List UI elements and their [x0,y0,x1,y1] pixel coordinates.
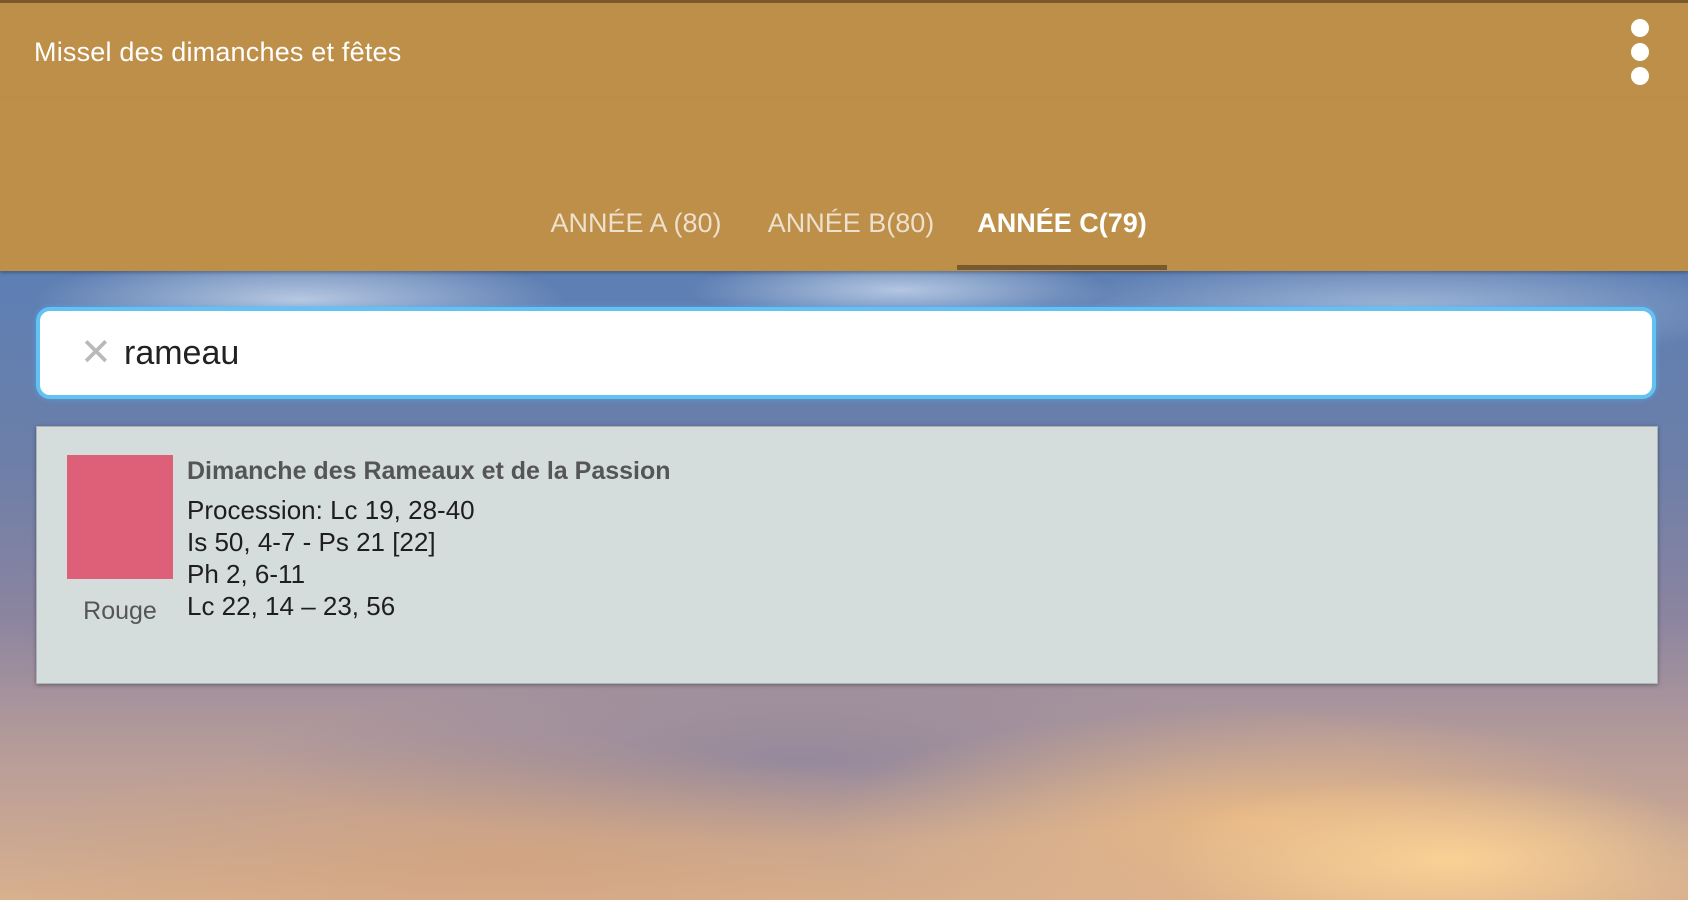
app-title: Missel des dimanches et fêtes [34,37,402,67]
tab-bar: ANNÉE A (80) ANNÉE B(80) ANNÉE C(79) [0,98,1688,271]
liturgical-color-label: Rouge [83,597,157,625]
menu-dot [1631,67,1649,85]
reading-line: Lc 22, 14 – 23, 56 [187,591,396,621]
more-vert-icon[interactable] [1622,19,1658,85]
tab-annee-b[interactable]: ANNÉE B(80) [760,208,942,268]
search-input[interactable] [124,325,1624,381]
menu-dot [1631,43,1649,61]
result-title: Dimanche des Rameaux et de la Passion [187,457,671,485]
reading-line: Ph 2, 6-11 [187,559,306,589]
close-icon[interactable]: ✕ [80,333,116,373]
reading-line: Procession: Lc 19, 28-40 [187,495,475,525]
tab-annee-c[interactable]: ANNÉE C(79) [967,208,1157,268]
active-tab-indicator [957,265,1167,270]
app-bar: Missel des dimanches et fêtes [0,0,1688,98]
menu-dot [1631,19,1649,37]
search-box[interactable]: ✕ [36,307,1656,399]
app-screen: Missel des dimanches et fêtes ANNÉE A (8… [0,0,1688,900]
result-card[interactable]: Rouge Dimanche des Rameaux et de la Pass… [36,426,1658,684]
tab-annee-a[interactable]: ANNÉE A (80) [540,208,732,268]
liturgical-color-swatch [67,455,173,579]
reading-line: Is 50, 4-7 - Ps 21 [22] [187,527,436,557]
